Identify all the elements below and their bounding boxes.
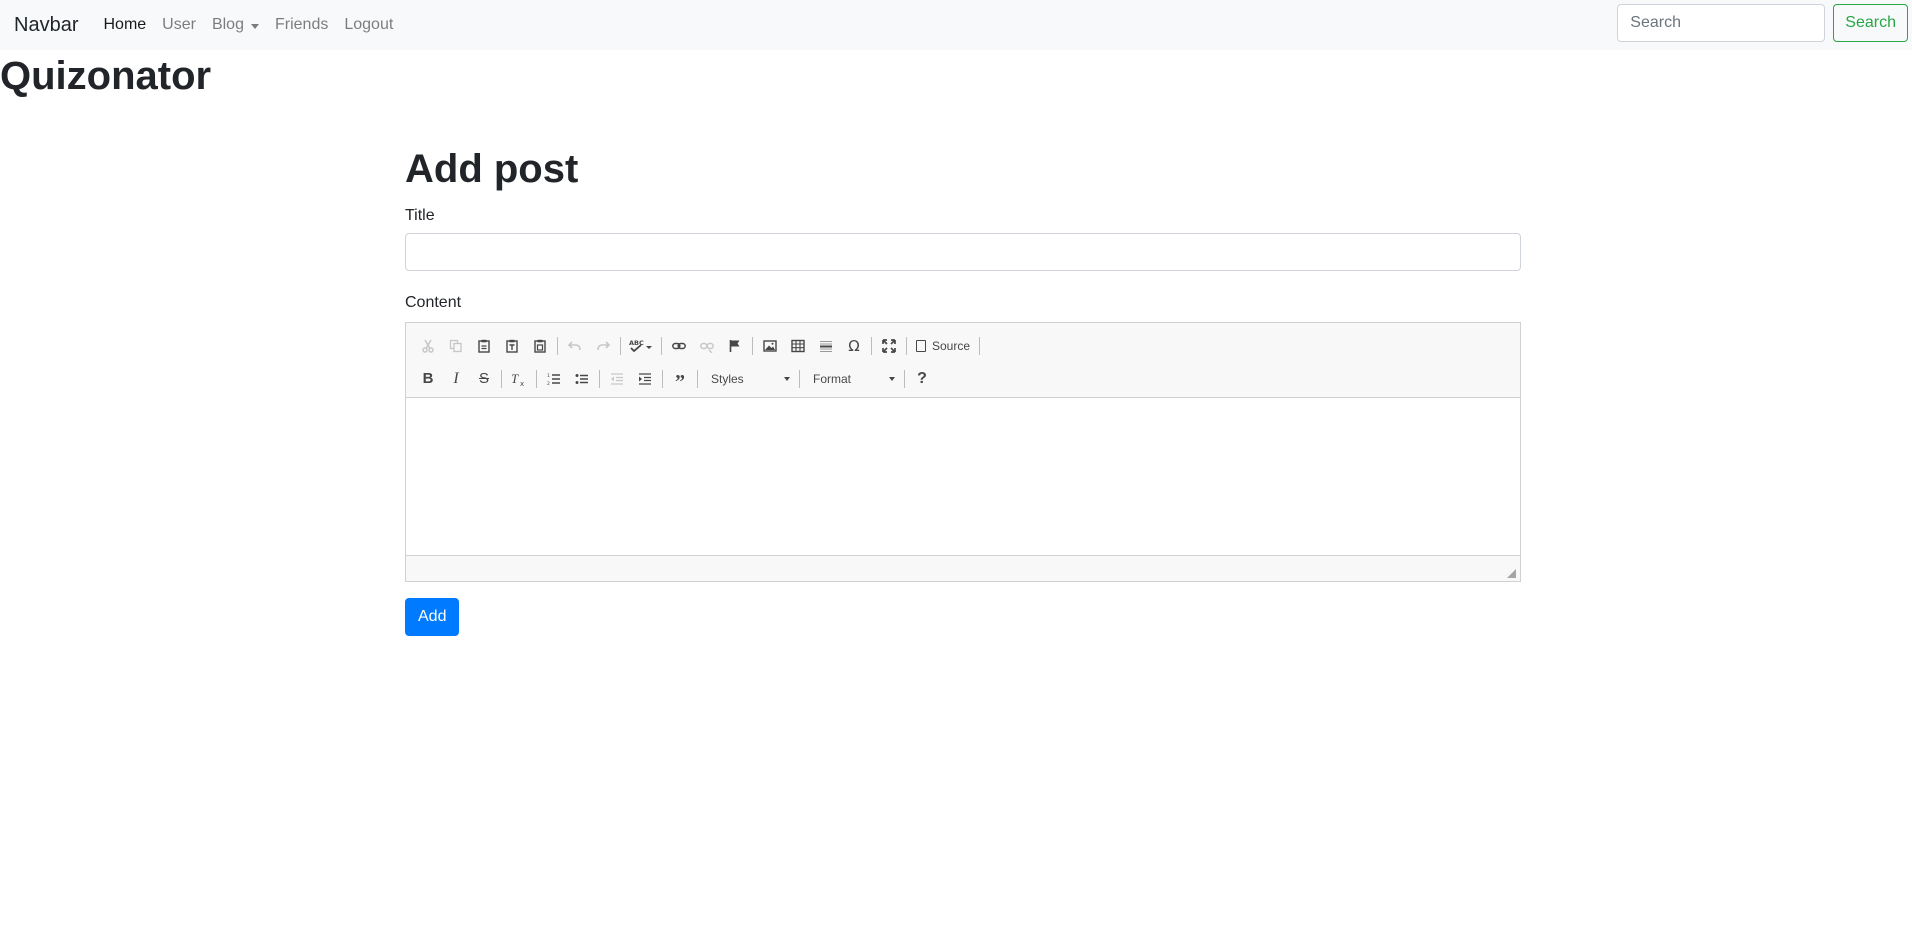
nav-link-friends[interactable]: Friends — [275, 16, 328, 34]
source-label: Source — [932, 338, 971, 353]
title-label: Title — [405, 207, 435, 224]
maximize-icon[interactable] — [875, 333, 903, 359]
editor-toolbar: ABC Ω Source B I S T x 1 2 ” Styles Form… — [406, 323, 1520, 398]
table-icon[interactable] — [784, 333, 812, 359]
nav-link-blog[interactable]: Blog — [212, 16, 259, 34]
chevron-down-icon — [250, 23, 259, 29]
paste-text-icon[interactable] — [498, 333, 526, 359]
search-input[interactable] — [1617, 4, 1826, 42]
italic-icon[interactable]: I — [442, 366, 470, 392]
toolbar-separator — [799, 369, 800, 388]
help-icon[interactable]: ? — [908, 366, 936, 392]
redo-icon[interactable] — [589, 333, 617, 359]
toolbar-row-1: ABC Ω Source — [414, 329, 1512, 362]
svg-text:1: 1 — [547, 373, 550, 379]
toolbar-row-2: B I S Tx 12 ” Styles Format ? — [414, 362, 1512, 395]
svg-text:T: T — [511, 372, 519, 386]
search-button[interactable]: Search — [1833, 4, 1908, 42]
link-icon[interactable] — [665, 333, 693, 359]
toolbar-separator — [752, 336, 753, 355]
image-icon[interactable] — [756, 333, 784, 359]
toolbar-separator — [661, 336, 662, 355]
undo-icon[interactable] — [561, 333, 589, 359]
unlink-icon[interactable] — [693, 333, 721, 359]
editor-statusbar — [406, 555, 1520, 581]
indent-icon[interactable] — [631, 366, 659, 392]
outdent-icon[interactable] — [603, 366, 631, 392]
nav-link-blog-label: Blog — [211, 16, 244, 33]
site-title: Quizonator — [0, 54, 212, 98]
toolbar-separator — [904, 369, 905, 388]
toolbar-separator — [979, 336, 981, 355]
horizontal-line-icon[interactable] — [812, 333, 840, 359]
navbar: Navbar Home User Blog Friends Logout Sea… — [0, 0, 1912, 50]
bulleted-list-icon[interactable] — [568, 366, 596, 392]
toolbar-separator — [871, 336, 872, 355]
format-dropdown[interactable]: Format — [803, 367, 901, 391]
chevron-down-icon — [784, 376, 790, 381]
strike-icon[interactable]: S — [470, 366, 498, 392]
resize-handle-icon[interactable] — [1507, 569, 1516, 578]
styles-label: Styles — [711, 371, 744, 386]
add-button[interactable]: Add — [405, 598, 460, 636]
toolbar-separator — [599, 369, 600, 388]
editor-content-area[interactable] — [406, 398, 1520, 556]
special-char-icon[interactable]: Ω — [840, 333, 868, 359]
styles-dropdown[interactable]: Styles — [701, 367, 796, 391]
spellcheck-icon[interactable]: ABC — [624, 333, 658, 359]
blockquote-icon[interactable]: ” — [666, 366, 694, 393]
nav-link-home[interactable]: Home — [103, 16, 146, 34]
toolbar-separator — [662, 369, 663, 388]
svg-text:ABC: ABC — [629, 339, 644, 347]
toolbar-separator — [501, 369, 502, 388]
bold-icon[interactable]: B — [414, 366, 442, 392]
paste-icon[interactable] — [470, 333, 498, 359]
nav-link-logout[interactable]: Logout — [344, 16, 393, 34]
toolbar-separator — [620, 336, 621, 355]
toolbar-separator — [536, 369, 537, 388]
title-input[interactable] — [405, 233, 1521, 271]
svg-text:2: 2 — [547, 381, 550, 386]
toolbar-separator — [697, 369, 698, 388]
toolbar-separator — [557, 336, 558, 355]
copy-icon[interactable] — [442, 333, 470, 359]
svg-text:x: x — [520, 380, 524, 386]
numbered-list-icon[interactable]: 12 — [540, 366, 568, 392]
page-title: Add post — [405, 147, 579, 191]
cut-icon[interactable] — [414, 333, 442, 359]
nav-link-user[interactable]: User — [162, 16, 196, 34]
toolbar-separator — [906, 336, 907, 355]
navbar-search-form: Search — [1617, 4, 1908, 42]
content-label: Content — [405, 294, 462, 311]
rich-text-editor: ABC Ω Source B I S T x 1 2 ” Styles Form… — [405, 322, 1521, 582]
navbar-brand[interactable]: Navbar — [14, 14, 78, 37]
chevron-down-icon — [889, 376, 895, 381]
paste-word-icon[interactable] — [526, 333, 554, 359]
add-post-form: Add post Title Content ABC Ω Source B I … — [405, 145, 1521, 636]
anchor-icon[interactable] — [721, 333, 749, 359]
source-icon — [916, 339, 926, 352]
remove-format-icon[interactable]: Tx — [505, 366, 533, 392]
source-button[interactable]: Source — [910, 333, 976, 359]
format-label: Format — [813, 371, 852, 386]
